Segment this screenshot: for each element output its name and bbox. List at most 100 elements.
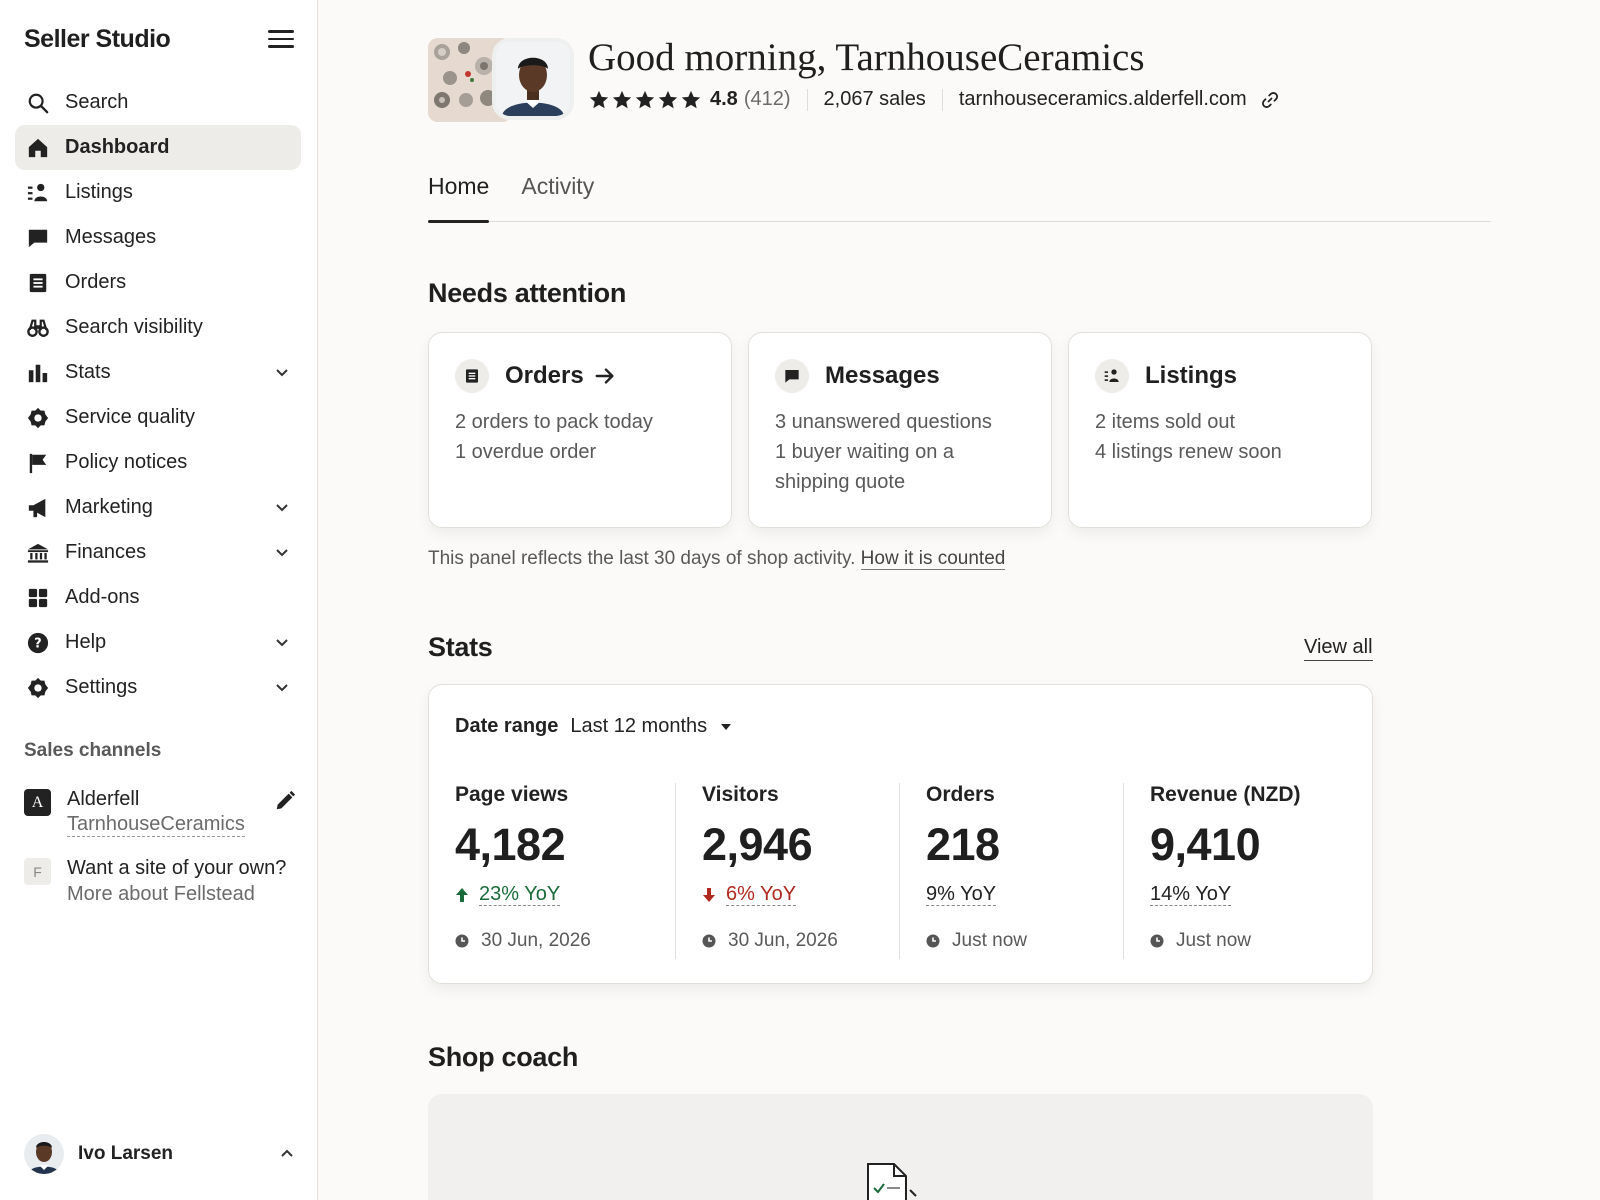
card-line: shipping quote <box>775 471 906 493</box>
sidebar-item-orders[interactable]: Orders <box>15 260 301 305</box>
card-line: 3 unanswered questions <box>775 411 992 433</box>
sidebar-item-messages[interactable]: Messages <box>15 215 301 260</box>
date-range-select[interactable]: Last 12 months <box>570 715 732 738</box>
metric-delta: 14% YoY <box>1150 883 1323 906</box>
how-counted-link[interactable]: How it is counted <box>860 548 1006 570</box>
card-line: 2 items sold out <box>1095 411 1236 433</box>
metric-visitors[interactable]: Visitors 2,946 6% YoY 30 Jun, 2026 <box>675 783 899 959</box>
sales-channels-title: Sales channels <box>24 740 162 761</box>
channel-badge: F <box>24 858 51 885</box>
chevron-up-icon[interactable] <box>280 1145 294 1163</box>
sidebar-item-service-quality[interactable]: Service quality <box>15 395 301 440</box>
tab-home[interactable]: Home <box>428 170 490 223</box>
receipt-icon <box>27 272 49 294</box>
metric-revenue[interactable]: Revenue (NZD) 9,410 14% YoY Just now <box>1123 783 1343 959</box>
metric-time-text: 30 Jun, 2026 <box>728 930 838 951</box>
listings-icon <box>1095 359 1129 393</box>
pencil-icon[interactable] <box>274 790 296 812</box>
metric-value: 218 <box>926 819 1000 870</box>
chevron-down-icon[interactable] <box>275 366 289 380</box>
sidebar-item-dashboard[interactable]: Dashboard <box>15 125 301 170</box>
metric-timestamp: Just now <box>1150 930 1323 952</box>
sales-channel-fellstead[interactable]: F Want a site of your own? More about Fe… <box>24 855 296 907</box>
sidebar-item-finances[interactable]: Finances <box>15 530 301 575</box>
sidebar-item-search[interactable]: Search <box>15 80 301 125</box>
metric-delta: 6% YoY <box>702 883 879 906</box>
sidebar-item-label: Finances <box>65 541 147 563</box>
chevron-down-icon[interactable] <box>275 636 289 650</box>
chevron-down-icon[interactable] <box>275 681 289 695</box>
rating-value: 4.8 <box>710 88 738 110</box>
sidebar-item-label: Help <box>65 631 107 653</box>
attention-card-messages[interactable]: Messages 3 unanswered questions 1 buyer … <box>748 332 1052 528</box>
help-icon: ? <box>27 632 49 654</box>
sidebar-item-marketing[interactable]: Marketing <box>15 485 301 530</box>
metrics-row: Page views 4,182 23% YoY 30 Jun, 2026 Vi… <box>455 783 1343 959</box>
gear-icon <box>27 677 49 699</box>
home-icon <box>27 137 49 159</box>
card-title: Orders <box>505 362 584 389</box>
user-name: Ivo Larsen <box>78 1143 174 1164</box>
star-icon <box>681 90 701 108</box>
page-title: Good morning, TarnhouseCeramics <box>588 36 1145 79</box>
bar-chart-icon <box>27 362 49 384</box>
shop-url-link[interactable]: tarnhouseceramics.alderfell.com <box>959 88 1247 111</box>
star-icon <box>612 90 632 108</box>
user-menu[interactable]: Ivo Larsen <box>24 1132 294 1176</box>
rating-stars <box>588 89 702 111</box>
document-check-icon <box>867 1163 917 1200</box>
channel-name: Alderfell <box>67 788 140 810</box>
sidebar-item-label: Settings <box>65 676 138 698</box>
metric-label: Orders <box>926 783 995 806</box>
chevron-down-icon[interactable] <box>275 501 289 515</box>
sales-count: 2,067 sales <box>823 88 926 110</box>
shop-coach-title: Shop coach <box>428 1042 579 1072</box>
svg-text:?: ? <box>34 636 41 651</box>
megaphone-icon <box>27 497 49 519</box>
metric-timestamp: 30 Jun, 2026 <box>455 930 655 952</box>
menu-icon[interactable] <box>268 26 294 52</box>
attention-cards: Orders 2 orders to pack today 1 overdue … <box>428 332 1372 528</box>
attention-card-orders[interactable]: Orders 2 orders to pack today 1 overdue … <box>428 332 732 528</box>
sidebar-item-stats[interactable]: Stats <box>15 350 301 395</box>
date-range-value: Last 12 months <box>570 715 708 737</box>
caret-down-icon <box>721 723 732 730</box>
sidebar-item-listings[interactable]: Listings <box>15 170 301 215</box>
sidebar-item-settings[interactable]: Settings <box>15 665 301 710</box>
metric-orders[interactable]: Orders 218 9% YoY Just now <box>899 783 1123 959</box>
metric-timestamp: 30 Jun, 2026 <box>702 930 879 952</box>
clock-icon <box>702 934 716 948</box>
needs-attention-title: Needs attention <box>428 278 627 308</box>
metric-value: 9,410 <box>1150 819 1261 870</box>
view-all-link[interactable]: View all <box>1304 636 1373 661</box>
channel-shop-link[interactable]: TarnhouseCeramics <box>67 812 245 837</box>
owner-avatar <box>492 38 574 120</box>
sidebar-item-label: Orders <box>65 271 127 293</box>
metric-delta: 23% YoY <box>455 883 655 906</box>
shop-meta: 4.8 (412) 2,067 sales tarnhouseceramics.… <box>588 88 1279 111</box>
attention-card-listings[interactable]: Listings 2 items sold out 4 listings ren… <box>1068 332 1372 528</box>
sidebar-item-label: Messages <box>65 226 157 248</box>
sidebar-item-label: Stats <box>65 361 111 383</box>
sidebar-item-policy-notices[interactable]: Policy notices <box>15 440 301 485</box>
brand-row: Seller Studio <box>24 22 294 56</box>
star-icon <box>658 90 678 108</box>
note-text: This panel reflects the last 30 days of … <box>428 548 856 569</box>
sales-channel-alderfell[interactable]: A Alderfell TarnhouseCeramics <box>24 786 296 837</box>
sidebar-item-label: Listings <box>65 181 133 203</box>
link-icon[interactable] <box>1261 91 1279 109</box>
tab-activity[interactable]: Activity <box>521 170 594 222</box>
tab-bar: Home Activity <box>428 170 1491 223</box>
channel-promo-link[interactable]: More about Fellstead <box>67 881 296 907</box>
metric-time-text: 30 Jun, 2026 <box>481 930 591 951</box>
metric-page-views[interactable]: Page views 4,182 23% YoY 30 Jun, 2026 <box>455 783 675 959</box>
sidebar-item-help[interactable]: ? Help <box>15 620 301 665</box>
date-range-label: Date range <box>455 715 559 737</box>
channel-promo-title: Want a site of your own? <box>67 857 287 879</box>
sidebar-item-label: Search visibility <box>65 316 203 338</box>
sidebar-item-add-ons[interactable]: Add-ons <box>15 575 301 620</box>
chevron-down-icon[interactable] <box>275 546 289 560</box>
clock-icon <box>1150 934 1164 948</box>
attention-note: This panel reflects the last 30 days of … <box>428 548 1006 570</box>
sidebar-item-search-visibility[interactable]: Search visibility <box>15 305 301 350</box>
